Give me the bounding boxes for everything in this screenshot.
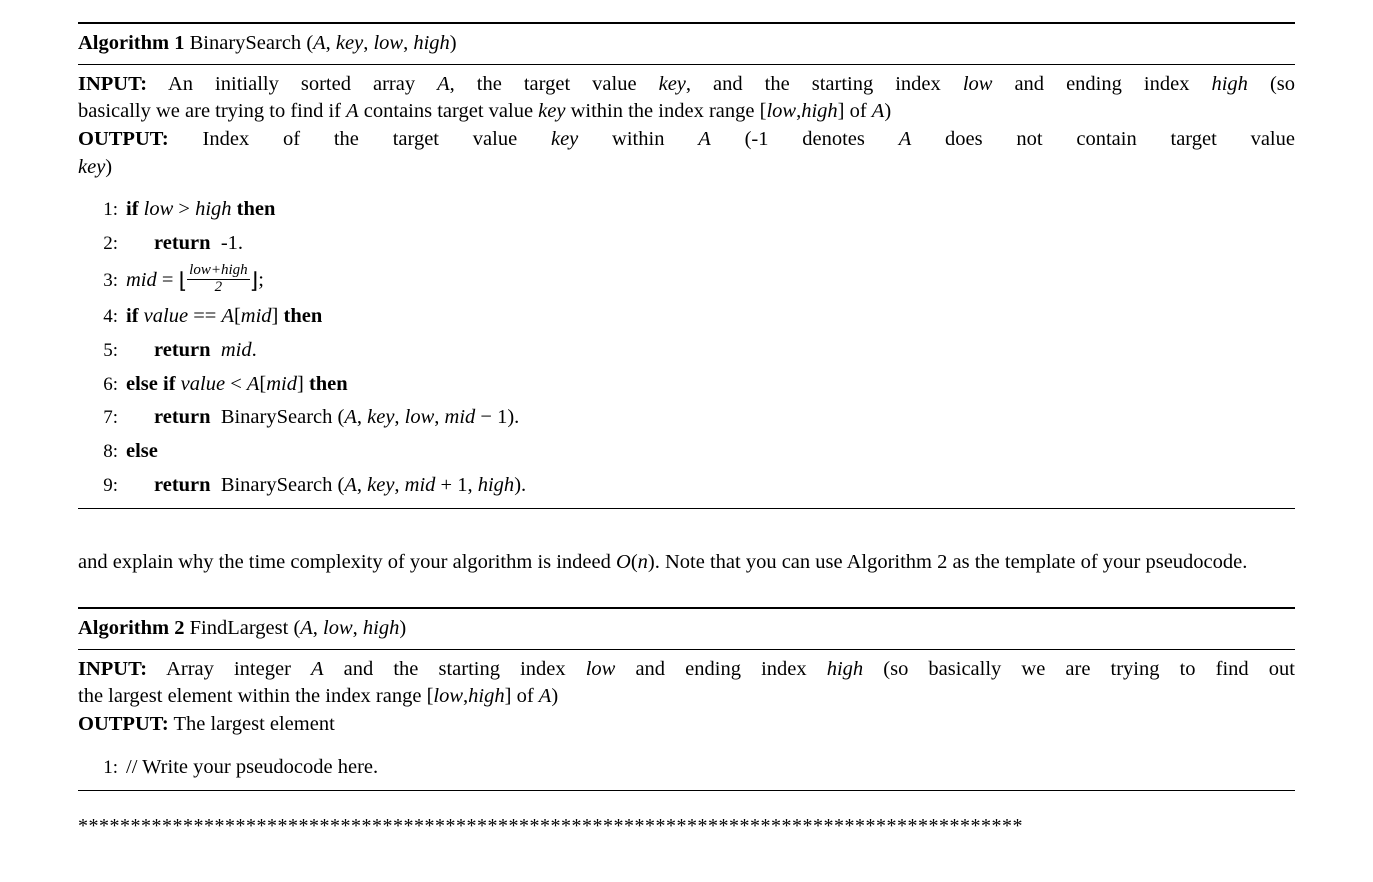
line-body: mid = ⌊low+high2⌋; <box>126 264 1295 298</box>
rule <box>78 649 1295 650</box>
line-body: return BinarySearch (A, key, low, mid − … <box>126 404 1295 432</box>
pseudocode-line: 3:mid = ⌊low+high2⌋; <box>78 261 1295 301</box>
rule <box>78 64 1295 65</box>
line-number: 9: <box>78 473 126 499</box>
line-body: if low > high then <box>126 196 1295 224</box>
pseudocode-line: 6:else if value < A[mid] then <box>78 368 1295 402</box>
page-root: Algorithm 1 BinarySearch (A, key, low, h… <box>0 0 1373 860</box>
pseudocode-line: 7:return BinarySearch (A, key, low, mid … <box>78 401 1295 435</box>
algorithm-1-desc: INPUT: An initially sorted array A, the … <box>78 67 1295 188</box>
line-body: else <box>126 438 1295 466</box>
pseudocode-line: 2:return -1. <box>78 227 1295 261</box>
algorithm-2-label: Algorithm 2 <box>78 617 184 639</box>
line-number: 4: <box>78 304 126 330</box>
pseudocode-line: 5:return mid. <box>78 334 1295 368</box>
line-number: 1: <box>78 197 126 223</box>
rule <box>78 22 1295 24</box>
line-number: 8: <box>78 439 126 465</box>
pseudocode-line: 8:else <box>78 435 1295 469</box>
algorithm-1-label: Algorithm 1 <box>78 32 184 54</box>
line-body: // Write your pseudocode here. <box>126 754 1295 782</box>
line-body: if value == A[mid] then <box>126 303 1295 331</box>
pseudocode-line: 4:if value == A[mid] then <box>78 300 1295 334</box>
line-number: 6: <box>78 372 126 398</box>
rule <box>78 790 1295 791</box>
line-number: 7: <box>78 405 126 431</box>
line-body: else if value < A[mid] then <box>126 371 1295 399</box>
line-body: return mid. <box>126 337 1295 365</box>
algorithm-1-params: (A, key, low, high) <box>306 32 456 54</box>
line-number: 2: <box>78 231 126 257</box>
line-body: return -1. <box>126 230 1295 258</box>
pseudocode-line: 9:return BinarySearch (A, key, mid + 1, … <box>78 469 1295 503</box>
algorithm-1-title: Algorithm 1 BinarySearch (A, key, low, h… <box>78 26 1295 62</box>
algorithm-2-name: FindLargest <box>190 617 289 639</box>
pseudocode-line: 1:if low > high then <box>78 193 1295 227</box>
algorithm-2-lines: 1:// Write your pseudocode here. <box>78 745 1295 789</box>
line-number: 3: <box>78 268 126 294</box>
separator-stars: ****************************************… <box>78 813 1295 840</box>
line-body: return BinarySearch (A, key, mid + 1, hi… <box>126 472 1295 500</box>
algorithm-1-name: BinarySearch <box>190 32 302 54</box>
algorithm-1-lines: 1:if low > high then2:return -1.3:mid = … <box>78 187 1295 506</box>
algorithm-2-block: Algorithm 2 FindLargest (A, low, high) I… <box>78 607 1295 791</box>
line-number: 1: <box>78 755 126 781</box>
algorithm-2-title: Algorithm 2 FindLargest (A, low, high) <box>78 611 1295 647</box>
algorithm-2-desc: INPUT: Array integer A and the starting … <box>78 652 1295 745</box>
line-number: 5: <box>78 338 126 364</box>
pseudocode-line: 1:// Write your pseudocode here. <box>78 751 1295 785</box>
rule <box>78 607 1295 609</box>
algorithm-2-params: (A, low, high) <box>293 617 406 639</box>
rule <box>78 508 1295 509</box>
algorithm-1-block: Algorithm 1 BinarySearch (A, key, low, h… <box>78 22 1295 509</box>
body-paragraph: and explain why the time complexity of y… <box>78 549 1295 577</box>
